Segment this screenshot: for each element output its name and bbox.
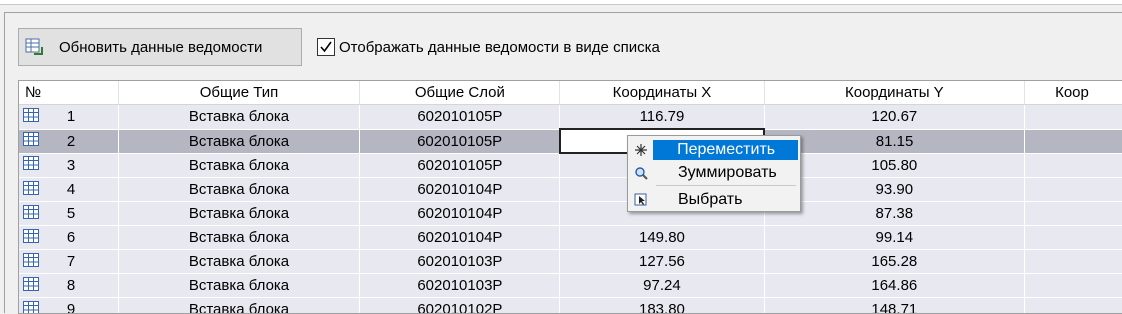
row-number: 8: [39, 277, 103, 294]
cell-layer[interactable]: 602010105P: [360, 153, 560, 178]
row-number: 4: [39, 181, 103, 198]
cell-layer[interactable]: 602010105P: [360, 129, 560, 153]
table-row[interactable]: 8 Вставка блока602010103P97.24164.86: [19, 274, 1122, 298]
cell-x[interactable]: 149.80: [560, 226, 764, 250]
cell-extra[interactable]: [1025, 178, 1122, 202]
row-number: 1: [39, 108, 103, 125]
row-table-icon: [23, 108, 39, 126]
cell-y[interactable]: 93.90: [764, 178, 1025, 202]
cell-extra[interactable]: [1025, 250, 1122, 274]
cell-extra[interactable]: [1025, 274, 1122, 298]
cell-type[interactable]: Вставка блока: [118, 226, 360, 250]
cell-layer[interactable]: 602010104P: [360, 178, 560, 202]
table-row[interactable]: 7 Вставка блока602010103P127.56165.28: [19, 250, 1122, 274]
statement-table[interactable]: № Общие Тип Общие Слой Координаты X Коор…: [18, 80, 1122, 314]
cell-y[interactable]: 105.80: [764, 153, 1025, 178]
cell-extra[interactable]: [1025, 105, 1122, 130]
cell-extra[interactable]: [1025, 153, 1122, 178]
context-menu: Переместить Зуммировать Выбрать: [627, 135, 801, 212]
row-number: 2: [39, 133, 103, 150]
select-icon: [630, 189, 652, 211]
cell-type[interactable]: Вставка блока: [118, 250, 360, 274]
refresh-table-icon: [25, 38, 43, 56]
row-number: 3: [39, 157, 103, 174]
cell-y[interactable]: 165.28: [764, 250, 1025, 274]
list-view-label: Отображать данные ведомости в виде списк…: [339, 39, 660, 56]
row-number: 9: [39, 301, 103, 314]
table-row[interactable]: 3 Вставка блока602010105P 105.80: [19, 153, 1122, 178]
table-row[interactable]: 5 Вставка блока602010104P 87.38: [19, 202, 1122, 226]
cell-y[interactable]: 164.86: [764, 274, 1025, 298]
row-header[interactable]: 5: [19, 202, 118, 226]
row-header[interactable]: 2: [19, 129, 118, 153]
cell-type[interactable]: Вставка блока: [118, 274, 360, 298]
zoom-icon: [630, 162, 652, 184]
cell-extra[interactable]: [1025, 202, 1122, 226]
cell-layer[interactable]: 602010105P: [360, 105, 560, 130]
update-button-label: Обновить данные ведомости: [59, 39, 262, 56]
row-table-icon: [23, 205, 39, 223]
table-row[interactable]: 2 Вставка блока602010105P 81.15: [19, 129, 1122, 153]
menu-item-label: Зуммировать: [678, 163, 783, 183]
cell-y[interactable]: 99.14: [764, 226, 1025, 250]
cell-x[interactable]: 116.79: [560, 105, 764, 130]
table-row[interactable]: 6 Вставка блока602010104P149.8099.14: [19, 226, 1122, 250]
update-statement-button[interactable]: Обновить данные ведомости: [18, 28, 302, 66]
cell-layer[interactable]: 602010103P: [360, 250, 560, 274]
cell-layer[interactable]: 602010104P: [360, 202, 560, 226]
cell-x[interactable]: 97.24: [560, 274, 764, 298]
cell-type[interactable]: Вставка блока: [118, 153, 360, 178]
menu-item-move[interactable]: Переместить: [630, 139, 798, 161]
cell-type[interactable]: Вставка блока: [118, 202, 360, 226]
row-table-icon: [23, 277, 39, 295]
checkmark-icon: [319, 40, 333, 54]
column-header-type[interactable]: Общие Тип: [118, 81, 360, 105]
column-header-y[interactable]: Координаты Y: [764, 81, 1025, 105]
cell-type[interactable]: Вставка блока: [118, 105, 360, 130]
row-number: 7: [39, 253, 103, 270]
row-table-icon: [23, 156, 39, 174]
row-header[interactable]: 1: [19, 105, 118, 130]
row-header[interactable]: 8: [19, 274, 118, 298]
row-header[interactable]: 6: [19, 226, 118, 250]
table-header-row: № Общие Тип Общие Слой Координаты X Коор…: [19, 81, 1122, 105]
move-icon: [630, 139, 651, 161]
row-header[interactable]: 3: [19, 153, 118, 178]
cell-extra[interactable]: [1025, 129, 1122, 153]
table-row[interactable]: 1 Вставка блока602010105P116.79120.67: [19, 105, 1122, 130]
cell-y[interactable]: 87.38: [764, 202, 1025, 226]
row-table-icon: [23, 229, 39, 247]
table-row[interactable]: 4 Вставка блока602010104P 93.90: [19, 178, 1122, 202]
column-header-extra[interactable]: Коор: [1025, 81, 1122, 105]
column-header-x[interactable]: Координаты X: [560, 81, 764, 105]
cell-layer[interactable]: 602010104P: [360, 226, 560, 250]
list-view-checkbox[interactable]: [317, 38, 335, 56]
menu-item-zoom[interactable]: Зуммировать: [630, 162, 798, 184]
menu-item-select[interactable]: Выбрать: [630, 189, 798, 211]
cell-y[interactable]: 81.15: [764, 129, 1025, 153]
cell-x[interactable]: 127.56: [560, 250, 764, 274]
cell-layer[interactable]: 602010103P: [360, 274, 560, 298]
row-table-icon: [23, 181, 39, 199]
row-header[interactable]: 7: [19, 250, 118, 274]
cell-y[interactable]: 120.67: [764, 105, 1025, 130]
column-header-number[interactable]: №: [19, 81, 118, 105]
column-header-layer[interactable]: Общие Слой: [360, 81, 560, 105]
top-strip: [0, 0, 1122, 5]
menu-separator: [656, 185, 796, 186]
row-number: 6: [39, 229, 103, 246]
cell-extra[interactable]: [1025, 226, 1122, 250]
menu-item-label: Переместить: [653, 140, 798, 160]
list-view-option[interactable]: Отображать данные ведомости в виде списк…: [317, 36, 660, 58]
row-table-icon: [23, 132, 39, 150]
cell-type[interactable]: Вставка блока: [118, 129, 360, 153]
menu-item-label: Выбрать: [678, 190, 748, 210]
cell-type[interactable]: Вставка блока: [118, 178, 360, 202]
row-table-icon: [23, 253, 39, 271]
row-number: 5: [39, 205, 103, 222]
row-header[interactable]: 4: [19, 178, 118, 202]
